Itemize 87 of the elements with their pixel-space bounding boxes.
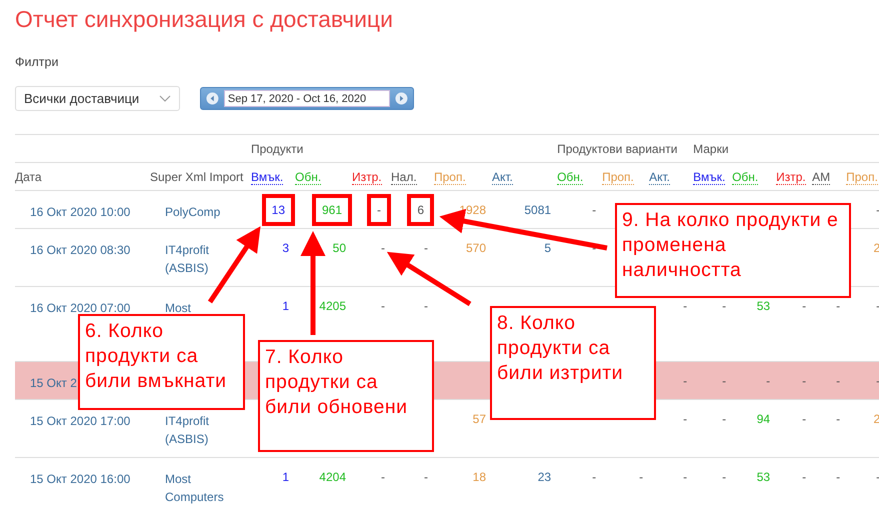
column-header: Вмък. xyxy=(251,170,284,184)
column-header: Нал. xyxy=(391,170,417,184)
column-header: Дата xyxy=(15,170,42,184)
table-cell: - xyxy=(592,241,596,255)
supplier-dropdown[interactable]: Всички доставчици xyxy=(15,86,180,111)
callout-note: 9. На колко продукти е променена наличността xyxy=(615,203,851,298)
date-cell: 16 Окт 2020 08:30 xyxy=(30,243,130,257)
table-cell: - xyxy=(683,299,688,313)
table-cell: - xyxy=(424,299,428,313)
table-cell: - xyxy=(802,412,806,426)
table-cell: - xyxy=(381,299,385,313)
table-cell: - xyxy=(683,412,688,426)
table-cell: - xyxy=(722,299,726,313)
table-cell: 18 xyxy=(472,470,486,484)
table-cell: - xyxy=(836,299,840,313)
date-cell: 16 Окт 2020 10:00 xyxy=(30,205,130,219)
caret-icon xyxy=(159,95,171,102)
column-group-header: Продуктови варианти xyxy=(557,142,678,156)
table-cell: 6 xyxy=(407,194,434,226)
column-header: Обн. xyxy=(557,170,584,184)
column-header: Проп. xyxy=(602,170,634,184)
table-cell: 961 xyxy=(312,194,352,226)
table-cell: - xyxy=(367,194,391,226)
table-cell: - xyxy=(722,374,726,388)
column-header: Изтр. xyxy=(352,170,382,184)
column-header: Обн. xyxy=(732,170,758,184)
table-cell: - xyxy=(722,470,726,484)
table-cell: - xyxy=(683,470,688,484)
table-cell: - xyxy=(802,299,806,313)
table-cell: - xyxy=(381,470,385,484)
table-cell: 53 xyxy=(756,470,770,484)
previous-icon[interactable] xyxy=(206,92,219,105)
column-header: Обн. xyxy=(295,170,322,184)
table-cell: 3 xyxy=(282,241,289,255)
table-cell: 1 xyxy=(282,299,289,313)
table-cell: - xyxy=(424,470,428,484)
table-cell: 5081 xyxy=(524,203,552,217)
table-cell: - xyxy=(836,470,840,484)
column-header: Проп. xyxy=(434,170,466,184)
column-group-header: Продукти xyxy=(251,142,304,156)
table-cell: - xyxy=(639,470,644,484)
table-cell: - xyxy=(836,374,840,388)
column-header: Проп. xyxy=(846,170,878,184)
column-header: АМ xyxy=(812,170,830,184)
column-group-header: Марки xyxy=(693,142,729,156)
table-cell: 570 xyxy=(466,241,486,255)
table-cell: 94 xyxy=(756,412,770,426)
table-cell: - xyxy=(424,241,428,255)
callout-note: 6. Колко продукти са били вмъкнати xyxy=(78,314,245,410)
supplier-link[interactable]: Most xyxy=(165,299,245,317)
table-cell: - xyxy=(592,203,596,217)
supplier-link[interactable]: IT4profit (ASBIS) xyxy=(165,241,245,277)
next-icon[interactable] xyxy=(395,92,408,105)
date-cell: 15 Окт 2020 16:00 xyxy=(30,472,130,486)
table-cell: 13 xyxy=(262,194,295,226)
table-cell: - xyxy=(683,374,688,388)
column-header: Super Xml Import xyxy=(150,170,244,184)
page-title: Отчет синхронизация с доставчици xyxy=(15,5,393,33)
supplier-link[interactable]: IT4profit (ASBIS) xyxy=(165,412,245,448)
table-cell: 4205 xyxy=(319,299,346,313)
column-header: Изтр. xyxy=(776,170,806,184)
table-cell: - xyxy=(766,374,770,388)
table-cell: 1 xyxy=(282,470,289,484)
table-cell: 50 xyxy=(332,241,346,255)
date-cell: 16 Окт 2020 07:00 xyxy=(30,301,130,315)
column-header: Акт. xyxy=(492,170,513,184)
column-header: Вмък. xyxy=(693,170,726,184)
supplier-link[interactable]: Most Computers xyxy=(165,470,245,505)
table-cell: 23 xyxy=(538,470,552,484)
callout-note: 7. Колко продутки са били обновени xyxy=(258,340,434,452)
date-cell: 15 Окт 2020 17:00 xyxy=(30,414,130,428)
column-header: Акт. xyxy=(649,170,670,184)
date-cell: 15 Окт 2 xyxy=(30,376,77,390)
callout-note: 8. Колко продукти са били изтрити xyxy=(490,306,656,420)
table-cell: - xyxy=(722,412,726,426)
table-cell: - xyxy=(802,374,806,388)
table-cell: - xyxy=(381,241,385,255)
table-cell: 4204 xyxy=(319,470,346,484)
table-cell: - xyxy=(592,470,596,484)
table-cell: - xyxy=(836,412,840,426)
table-cell: 57 xyxy=(472,412,486,426)
table-cell: - xyxy=(802,470,806,484)
table-cell: 53 xyxy=(756,299,770,313)
supplier-link[interactable]: PolyComp xyxy=(165,203,245,221)
date-range-field[interactable]: Sep 17, 2020 - Oct 16, 2020 xyxy=(224,90,390,107)
filters-label: Филтри xyxy=(15,55,58,69)
table-cell: 5 xyxy=(544,241,552,255)
